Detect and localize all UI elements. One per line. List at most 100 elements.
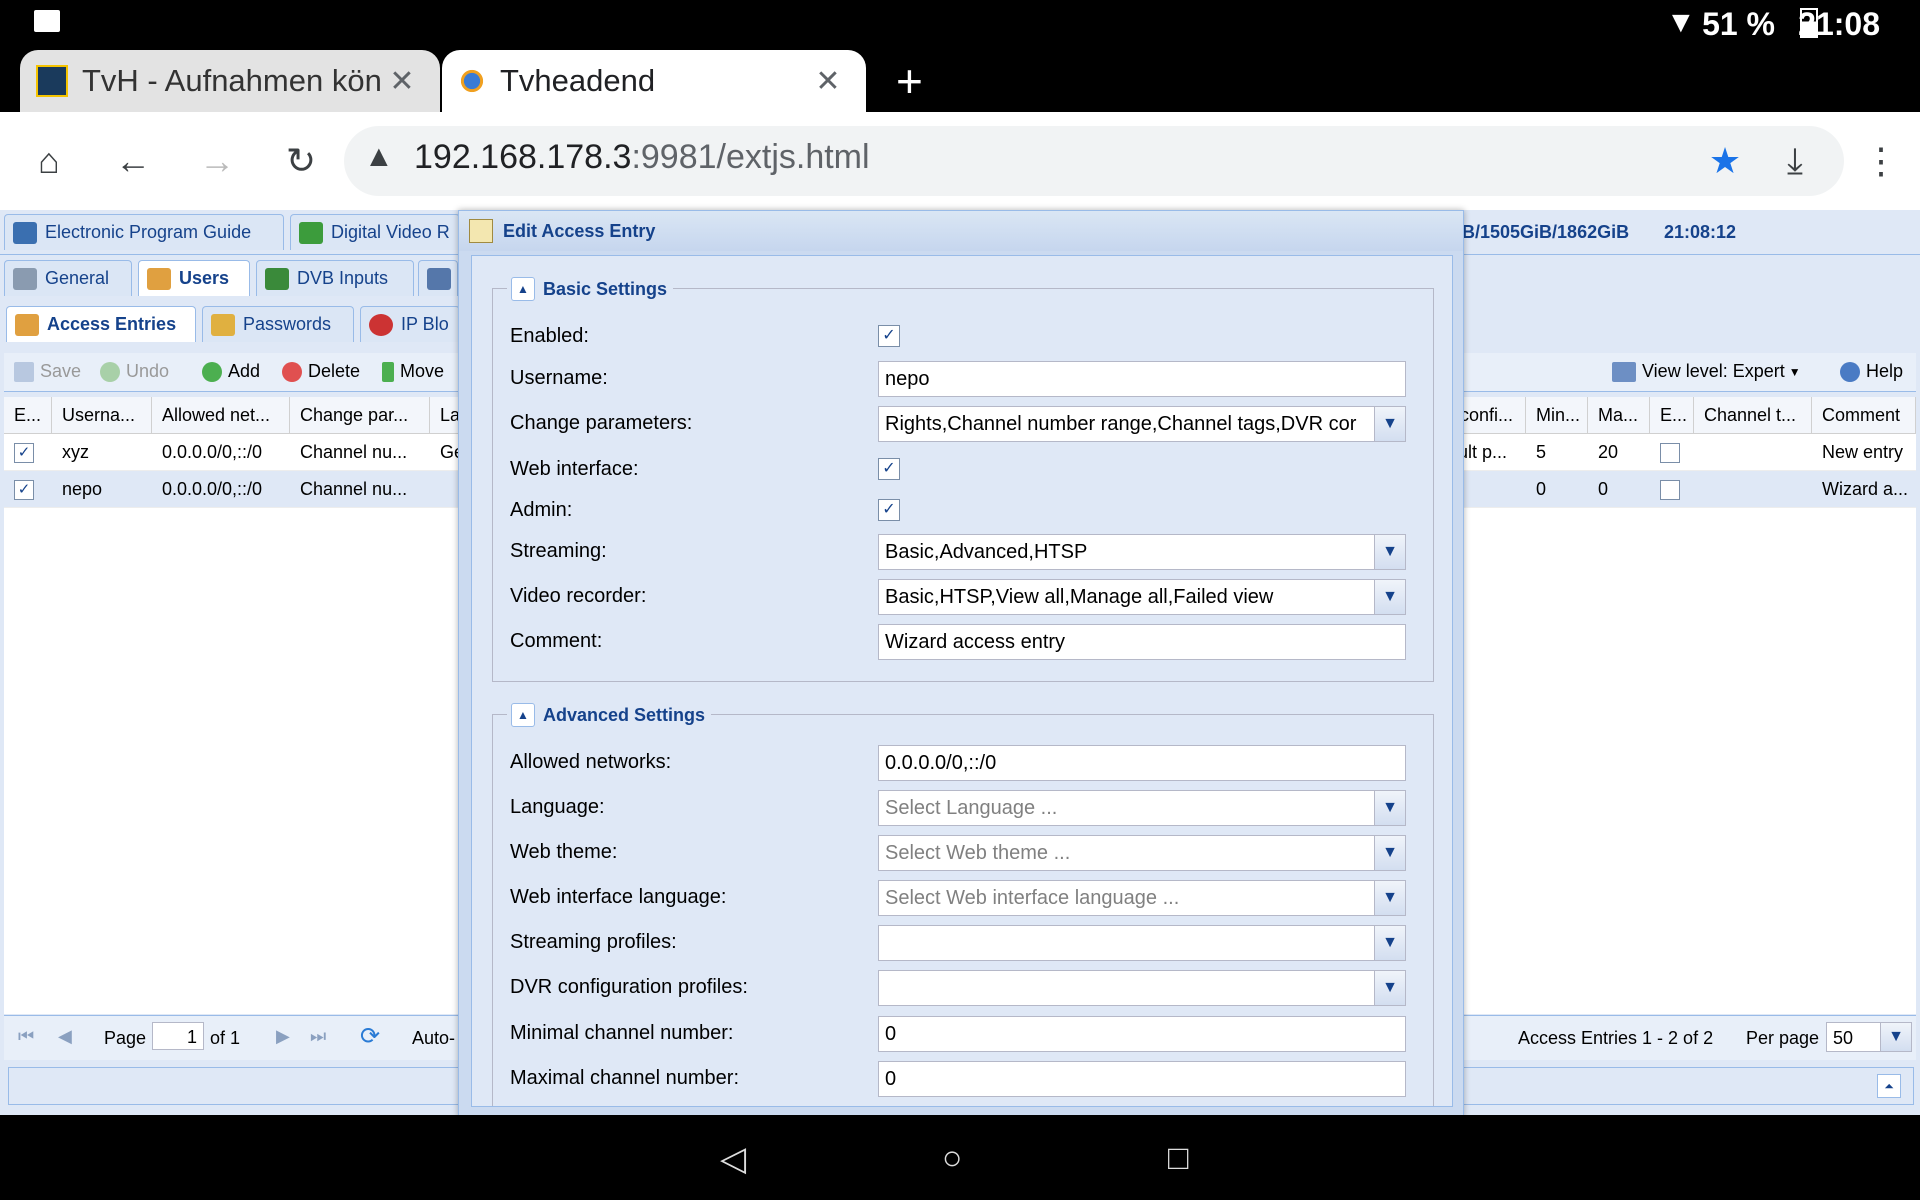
tab-access-entries[interactable]: Access Entries <box>6 306 196 342</box>
tab-passwords[interactable]: Passwords <box>202 306 354 342</box>
field-label: Video recorder: <box>510 585 647 607</box>
username-row: Username: nepo <box>510 361 1410 401</box>
expand-up-icon[interactable]: ⏶ <box>1877 1074 1901 1098</box>
collapse-icon[interactable]: ▲ <box>511 277 535 301</box>
forward-icon[interactable]: → <box>192 136 242 186</box>
new-tab-button[interactable]: + <box>896 54 923 108</box>
per-page-select[interactable]: 50 ▼ <box>1826 1022 1912 1052</box>
dialog-header[interactable]: Edit Access Entry <box>459 211 1463 251</box>
column-header[interactable]: Comment <box>1812 397 1916 433</box>
streaming-profiles-combo[interactable]: ▼ <box>878 925 1406 961</box>
chevron-down-icon[interactable]: ▼ <box>1374 791 1405 825</box>
column-header[interactable]: Channel t... <box>1694 397 1812 433</box>
language-combo[interactable]: Select Language ... ▼ <box>878 790 1406 826</box>
change-parameters-combo[interactable]: Rights,Channel number range,Channel tags… <box>878 406 1406 442</box>
e-cell[interactable] <box>1650 471 1694 507</box>
comment-field[interactable]: Wizard access entry <box>878 624 1406 660</box>
enabled-checkbox[interactable]: ✓ <box>878 325 900 347</box>
move-button[interactable]: Move <box>382 361 444 382</box>
next-page-icon[interactable]: ▶ <box>276 1026 290 1047</box>
video-recorder-combo[interactable]: Basic,HTSP,View all,Manage all,Failed vi… <box>878 579 1406 615</box>
prev-page-icon[interactable]: ◀ <box>58 1026 72 1047</box>
column-header[interactable]: E... <box>1650 397 1694 433</box>
chevron-down-icon[interactable]: ▼ <box>1374 971 1405 1005</box>
basic-settings-legend[interactable]: ▲ Basic Settings <box>507 275 674 303</box>
warning-icon[interactable]: ▲ <box>364 140 394 174</box>
admin-checkbox[interactable]: ✓ <box>878 499 900 521</box>
collapse-icon[interactable]: ▲ <box>511 703 535 727</box>
first-page-icon[interactable]: ⏮ <box>18 1026 34 1047</box>
allowed-networks-row: Allowed networks: 0.0.0.0/0,::/0 <box>510 745 1410 785</box>
web-ui-language-combo[interactable]: Select Web interface language ... ▼ <box>878 880 1406 916</box>
column-header[interactable]: Change par... <box>290 397 430 433</box>
chevron-down-icon[interactable]: ▼ <box>1880 1023 1911 1051</box>
browser-tab[interactable]: TvH - Aufnahmen könr ✕ <box>20 50 440 112</box>
streaming-profiles-row: Streaming profiles: ▼ <box>510 925 1410 965</box>
close-tab-icon[interactable]: ✕ <box>382 64 422 99</box>
chevron-down-icon[interactable]: ▼ <box>1374 580 1405 614</box>
max-channel-field[interactable]: 0 <box>878 1061 1406 1097</box>
auto-refresh-label[interactable]: Auto- <box>412 1028 455 1049</box>
chevron-down-icon[interactable]: ▼ <box>1374 926 1405 960</box>
help-button[interactable]: Help <box>1840 361 1903 382</box>
add-button[interactable]: Add <box>202 361 260 382</box>
edit-icon <box>469 219 493 243</box>
download-icon[interactable]: ⤓ <box>1770 136 1820 186</box>
image-notification-icon <box>34 10 60 32</box>
reload-icon[interactable]: ↻ <box>276 136 326 186</box>
comment-cell: New entry <box>1822 442 1904 462</box>
undo-button[interactable]: Undo <box>100 361 169 382</box>
tab-general[interactable]: General <box>4 260 132 296</box>
allowed-networks-field[interactable]: 0.0.0.0/0,::/0 <box>878 745 1406 781</box>
web-interface-checkbox[interactable]: ✓ <box>878 458 900 480</box>
nav-recents-icon[interactable]: □ <box>1168 1139 1189 1178</box>
chevron-down-icon[interactable]: ▼ <box>1374 836 1405 870</box>
browser-tab-active[interactable]: Tvheadend ✕ <box>442 50 866 112</box>
page-number-input[interactable]: 1 <box>152 1022 204 1050</box>
enabled-checkbox[interactable]: ✓ <box>14 443 34 464</box>
tab-epg[interactable]: Electronic Program Guide <box>4 214 284 250</box>
streaming-combo[interactable]: Basic,Advanced,HTSP ▼ <box>878 534 1406 570</box>
chevron-down-icon[interactable]: ▼ <box>1374 535 1405 569</box>
nav-back-icon[interactable]: ◁ <box>720 1139 746 1179</box>
chevron-down-icon[interactable]: ▼ <box>1374 407 1405 441</box>
view-level-button[interactable]: View level: Expert ▼ <box>1612 361 1801 382</box>
column-header[interactable]: Userna... <box>52 397 152 433</box>
tab-ip-blocking[interactable]: IP Blo <box>360 306 460 342</box>
e-cell[interactable] <box>1650 434 1694 470</box>
username-field[interactable]: nepo <box>878 361 1406 397</box>
dvr-profiles-combo[interactable]: ▼ <box>878 970 1406 1006</box>
column-header[interactable]: Ma... <box>1588 397 1650 433</box>
bookmark-star-icon[interactable]: ★ <box>1700 136 1750 186</box>
advanced-settings-legend[interactable]: ▲ Advanced Settings <box>507 701 712 729</box>
delete-button[interactable]: Delete <box>282 361 360 382</box>
home-icon[interactable]: ⌂ <box>24 136 74 186</box>
nav-home-icon[interactable]: ○ <box>942 1139 963 1178</box>
min-channel-field[interactable]: 0 <box>878 1016 1406 1052</box>
address-bar[interactable]: ▲ 192.168.178.3:9981/extjs.html <box>344 126 1844 196</box>
column-header[interactable]: E... <box>4 397 52 433</box>
row-checkbox[interactable] <box>1660 443 1680 464</box>
enabled-cell[interactable]: ✓ <box>4 434 52 470</box>
tab-dvb-inputs[interactable]: DVB Inputs <box>256 260 414 296</box>
refresh-icon[interactable]: ⟳ <box>360 1022 380 1051</box>
save-button[interactable]: Save <box>14 361 81 382</box>
enabled-checkbox[interactable]: ✓ <box>14 480 34 501</box>
enabled-cell[interactable]: ✓ <box>4 471 52 507</box>
column-header[interactable]: Min... <box>1526 397 1588 433</box>
back-icon[interactable]: ← <box>108 136 158 186</box>
chevron-down-icon[interactable]: ▼ <box>1374 881 1405 915</box>
tab-dvr[interactable]: Digital Video R <box>290 214 460 250</box>
last-page-icon[interactable]: ⏭ <box>310 1026 326 1047</box>
row-checkbox[interactable] <box>1660 480 1680 501</box>
column-header[interactable]: confi... <box>1454 397 1526 433</box>
delete-icon <box>282 361 302 382</box>
column-header[interactable]: Allowed net... <box>152 397 290 433</box>
min-cell: 0 <box>1536 479 1547 499</box>
tab-next[interactable] <box>418 260 458 296</box>
navigation-bar: ◁ ○ □ <box>0 1115 1920 1200</box>
close-tab-icon[interactable]: ✕ <box>808 64 848 99</box>
tab-users[interactable]: Users <box>138 260 250 296</box>
web-theme-combo[interactable]: Select Web theme ... ▼ <box>878 835 1406 871</box>
more-menu-icon[interactable]: ⋮ <box>1856 136 1906 186</box>
